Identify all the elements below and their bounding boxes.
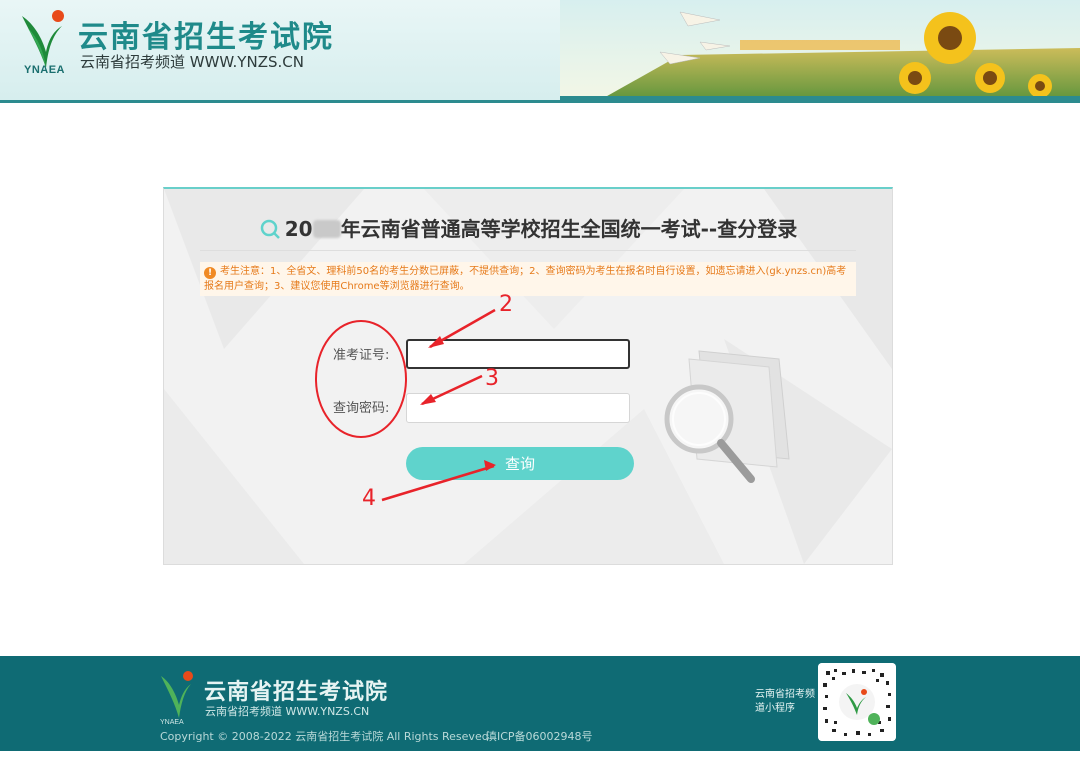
title-divider [200,250,856,251]
banner-sunflower-illustration [560,0,1080,100]
footer-icp-link[interactable]: 滇ICP备06002948号 [486,728,593,744]
login-title: 20 年云南省普通高等学校招生全国统一考试--查分登录 [164,213,892,242]
title-year-prefix: 20 [284,217,313,241]
exam-no-label: 准考证号: [333,348,390,363]
footer-logo-icon: YNAEA [160,671,193,726]
login-panel: 20 年云南省普通高等学校招生全国统一考试--查分登录 ! 考生注意：1、全省文、理… [163,187,893,565]
site-subtitle: 云南省招考频道 WWW.YNZS.CN [80,53,304,71]
footer-subtitle: 云南省招考频道 WWW.YNZS.CN [205,705,370,718]
title-year-blurred [312,220,341,238]
annotation-number-3: 3 [485,366,499,391]
title-text: 年云南省普通高等学校招生全国统一考试--查分登录 [340,217,798,241]
footer-title: 云南省招生考试院 [204,680,389,705]
query-button[interactable]: 查询 [406,447,634,480]
annotation-number-4: 4 [362,486,376,511]
site-title[interactable]: 云南省招生考试院 [78,12,334,56]
password-label: 查询密码: [333,401,390,416]
site-footer: YNAEA 云南省招生考试院 云南省招考频道 WWW.YNZS.CN Copyr… [0,656,1080,751]
logo-abbr: YNAEA [24,64,66,76]
miniprogram-qr-code[interactable] [818,663,896,741]
password-input[interactable] [406,393,630,423]
notice-text: 考生注意：1、全省文、理科前50名的考生分数已屏蔽，不提供查询；2、查询密码为考… [204,266,847,292]
miniprogram-label: 云南省招考频道小程序 [755,689,815,714]
site-header: YNAEA 云南省招生考试院 云南省招考频道 WWW.YNZS.CN [0,0,1080,103]
search-icon [260,219,280,239]
exam-no-input[interactable] [406,339,630,369]
svg-text:YNAEA: YNAEA [160,719,184,726]
magnifier-decoration-icon [664,350,790,483]
warning-icon: ! [204,267,216,279]
footer-copyright: Copyright © 2008-2022 云南省招生考试院 All Right… [160,730,489,743]
annotation-number-2: 2 [499,292,513,317]
notice-box: ! 考生注意：1、全省文、理科前50名的考生分数已屏蔽，不提供查询；2、查询密码为… [200,262,856,296]
